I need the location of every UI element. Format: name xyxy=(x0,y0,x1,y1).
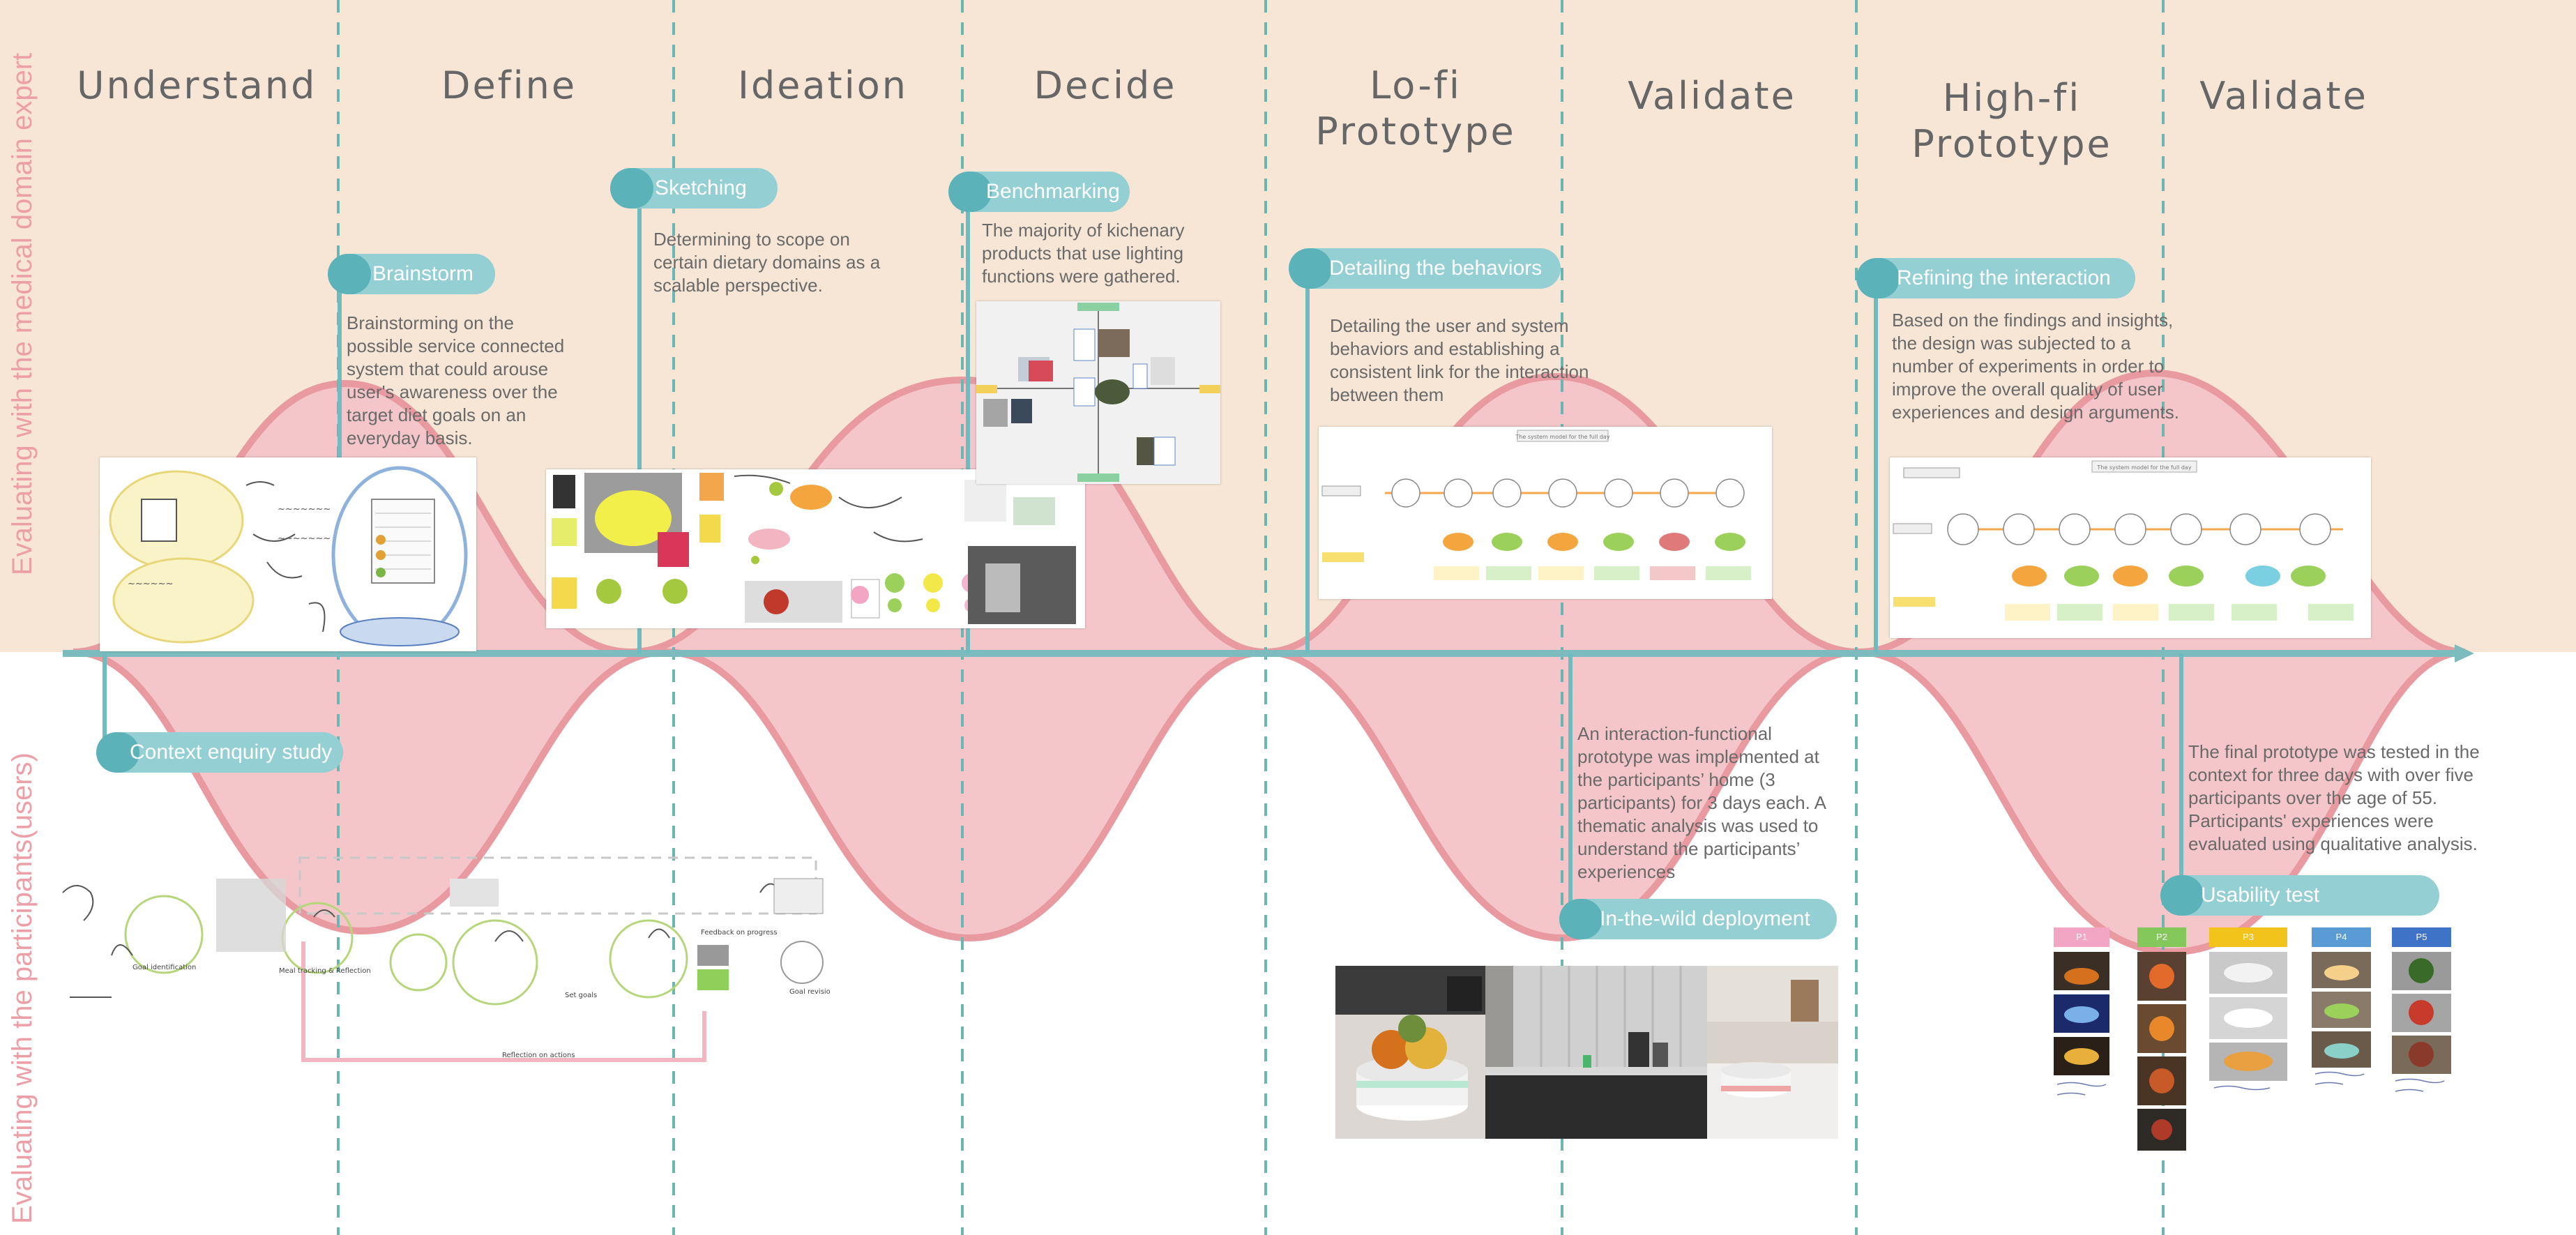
pill-usability-test: Usability test xyxy=(2160,875,2439,916)
desc-sketching: Determining to scope on certain dietary … xyxy=(653,229,881,296)
usability-test-photos: P1 P2 P3 P4 P5 xyxy=(2050,924,2469,1158)
benchmarking-map-image xyxy=(976,301,1220,484)
pill-detailing-behaviors: Detailing the behaviors xyxy=(1289,248,1561,289)
desc-in-the-wild: An interaction-functional prototype was … xyxy=(1577,723,1826,882)
deployment-photo-kitchen xyxy=(1485,966,1707,1139)
usability-column-p1: P1 xyxy=(2054,927,2109,947)
pill-refining-interaction: Refining the interaction xyxy=(1856,258,2135,298)
side-label-expert: Evaluating with the medical domain exper… xyxy=(7,52,38,575)
phase-decide: Decide xyxy=(1033,63,1177,107)
pill-brainstorm: Brainstorm xyxy=(328,254,495,294)
lofi-flow-title: The system model for the full day xyxy=(1515,434,1609,440)
sketch-reflection: Reflection on actions xyxy=(502,1052,575,1059)
hifi-flow-title: The system model for the full day xyxy=(2096,464,2191,471)
pill-context-enquiry: Context enquiry study xyxy=(96,732,343,773)
sketch-feedback: Feedback on progress xyxy=(701,929,778,937)
pill-in-the-wild: In-the-wild deployment xyxy=(1559,899,1837,939)
pill-sketching: Sketching xyxy=(610,168,778,209)
lofi-flow-diagram-image: The system model for the full day xyxy=(1319,427,1772,599)
desc-benchmarking: The majority of kichenary products that … xyxy=(982,220,1185,287)
side-label-participants: Evaluating with the participants(users) xyxy=(7,752,38,1224)
desc-brainstorm: Brainstorming on the possible service co… xyxy=(347,312,565,448)
usability-column-p3: P3 xyxy=(2209,927,2287,947)
phase-lofi-prototype: Lo-fi Prototype xyxy=(1315,63,1516,153)
sketch-goal-identification: Goal identification xyxy=(132,964,196,971)
desc-detailing: Detailing the user and system behaviors … xyxy=(1330,315,1589,405)
context-enquiry-journey-sketch: Goal identification Meal tracking & Refl… xyxy=(49,851,835,1074)
phase-understand: Understand xyxy=(77,63,317,107)
phase-ideation: Ideation xyxy=(738,63,908,107)
phase-define: Define xyxy=(441,63,577,107)
svg-text:~~~~~~~: ~~~~~~~ xyxy=(278,504,331,515)
usability-column-p2: P2 xyxy=(2137,927,2186,947)
sketch-goal-revision: Goal revision xyxy=(789,988,830,996)
svg-text:~~~~~~: ~~~~~~ xyxy=(128,579,173,589)
usability-column-p5: P5 xyxy=(2392,927,2451,947)
phase-validate-1: Validate xyxy=(1628,74,1796,118)
desc-usability: The final prototype was tested in the co… xyxy=(2188,741,2480,854)
deployment-photo-counter xyxy=(1707,966,1838,1139)
sketch-meal-tracking: Meal tracking & Reflection xyxy=(279,967,371,975)
pill-benchmarking: Benchmarking xyxy=(948,172,1130,212)
usability-column-p4: P4 xyxy=(2312,927,2371,947)
phase-validate-2: Validate xyxy=(2199,74,2368,118)
sketching-collage-image xyxy=(546,469,1085,628)
phase-hifi-prototype: High-fi Prototype xyxy=(1911,76,2112,166)
sketch-set-goals: Set goals xyxy=(565,992,597,999)
deployment-photo-bowl xyxy=(1335,966,1485,1139)
hifi-flow-diagram-image: The system model for the full day xyxy=(1890,457,2371,638)
brainstorm-sketch-image: ~~~~~~~~~~~~~~~~~~~~~~~~~~~ xyxy=(100,457,476,651)
svg-text:~~~~~~~: ~~~~~~~ xyxy=(278,533,331,544)
desc-refining: Based on the findings and insights, the … xyxy=(1892,310,2179,423)
